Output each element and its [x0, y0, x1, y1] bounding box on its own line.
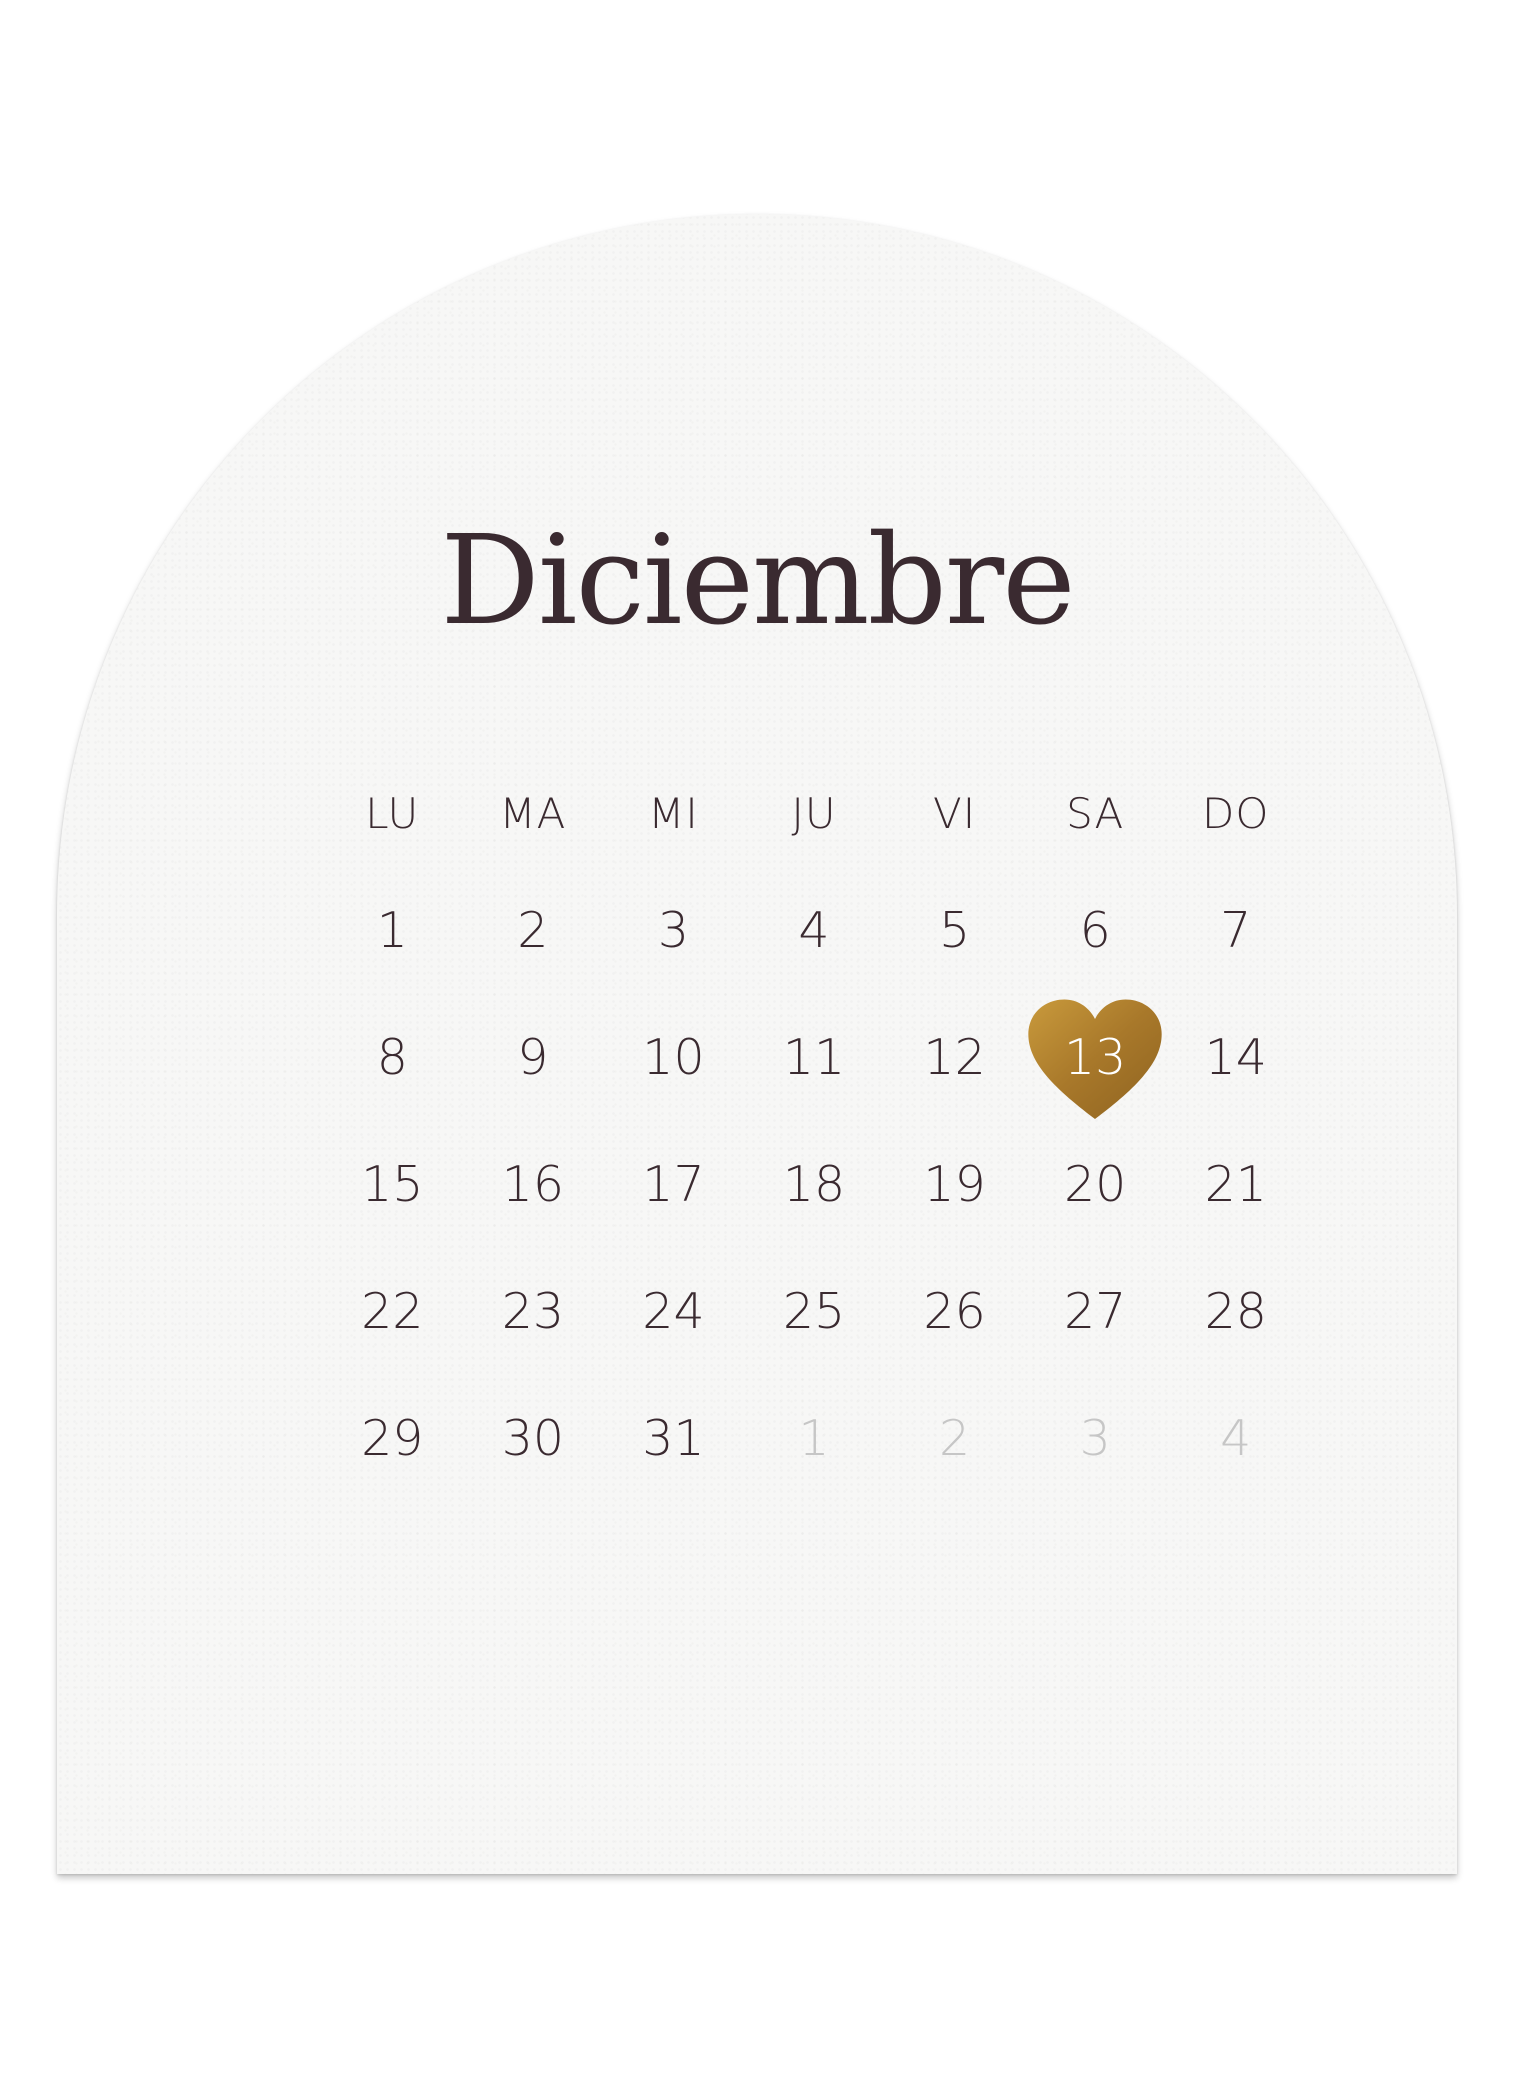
calendar-grid: LU MA MI JU VI SA DO 1 2 3 4 5 6 7 8 9 1… [322, 759, 1306, 1502]
day-cell: 21 [1204, 1156, 1267, 1213]
day-cell: 18 [782, 1156, 846, 1213]
weekday-label: DO [1202, 788, 1270, 838]
month-title: Diciembre [440, 509, 1075, 653]
weekday-label: MA [499, 788, 567, 838]
highlighted-day-cell: 13 [1025, 999, 1166, 1119]
week-row: 15 16 17 18 19 20 21 [322, 1121, 1306, 1248]
weekday-label: MI [648, 788, 699, 838]
day-cell: 3 [657, 902, 690, 959]
week-row: 1 2 3 4 5 6 7 [322, 867, 1306, 994]
day-cell: 23 [501, 1283, 565, 1340]
next-month-day-cell: 3 [1079, 1410, 1111, 1467]
day-cell: 22 [361, 1283, 424, 1340]
day-cell: 11 [782, 1029, 846, 1086]
weekday-header-row: LU MA MI JU VI SA DO [322, 759, 1306, 867]
weekday-label: JU [791, 788, 837, 838]
highlighted-day-number: 13 [1064, 1029, 1127, 1086]
day-cell: 20 [1064, 1156, 1127, 1213]
day-cell: 15 [361, 1156, 424, 1213]
day-cell: 5 [939, 902, 971, 959]
day-cell: 9 [517, 1029, 549, 1086]
day-cell: 28 [1204, 1283, 1267, 1340]
day-cell: 10 [642, 1029, 705, 1086]
day-cell: 25 [782, 1283, 846, 1340]
week-row: 29 30 31 1 2 3 4 [322, 1375, 1306, 1502]
next-month-day-cell: 4 [1220, 1410, 1252, 1467]
day-cell: 12 [923, 1029, 986, 1086]
day-cell: 24 [642, 1283, 705, 1340]
day-cell: 8 [376, 1029, 408, 1086]
day-cell: 4 [798, 902, 830, 959]
weekday-label: LU [365, 788, 420, 838]
week-row: 22 23 24 25 26 27 28 [322, 1248, 1306, 1375]
next-month-day-cell: 2 [939, 1410, 971, 1467]
day-cell: 31 [642, 1410, 705, 1467]
day-cell: 27 [1064, 1283, 1127, 1340]
day-cell: 30 [501, 1410, 565, 1467]
day-cell: 17 [642, 1156, 705, 1213]
next-month-day-cell: 1 [798, 1410, 830, 1467]
day-cell: 16 [501, 1156, 565, 1213]
weekday-label: SA [1066, 788, 1125, 838]
week-row: 8 9 10 11 12 13 14 [322, 994, 1306, 1121]
calendar-card: Diciembre LU MA MI JU VI SA DO 1 2 3 4 5… [57, 214, 1457, 1874]
day-cell: 26 [923, 1283, 986, 1340]
day-cell: 1 [376, 902, 408, 959]
weekday-label: VI [933, 788, 977, 838]
day-cell: 14 [1204, 1029, 1267, 1086]
day-cell: 6 [1079, 902, 1111, 959]
day-cell: 19 [923, 1156, 986, 1213]
day-cell: 29 [361, 1410, 424, 1467]
day-cell: 2 [517, 902, 549, 959]
day-cell: 7 [1220, 902, 1252, 959]
